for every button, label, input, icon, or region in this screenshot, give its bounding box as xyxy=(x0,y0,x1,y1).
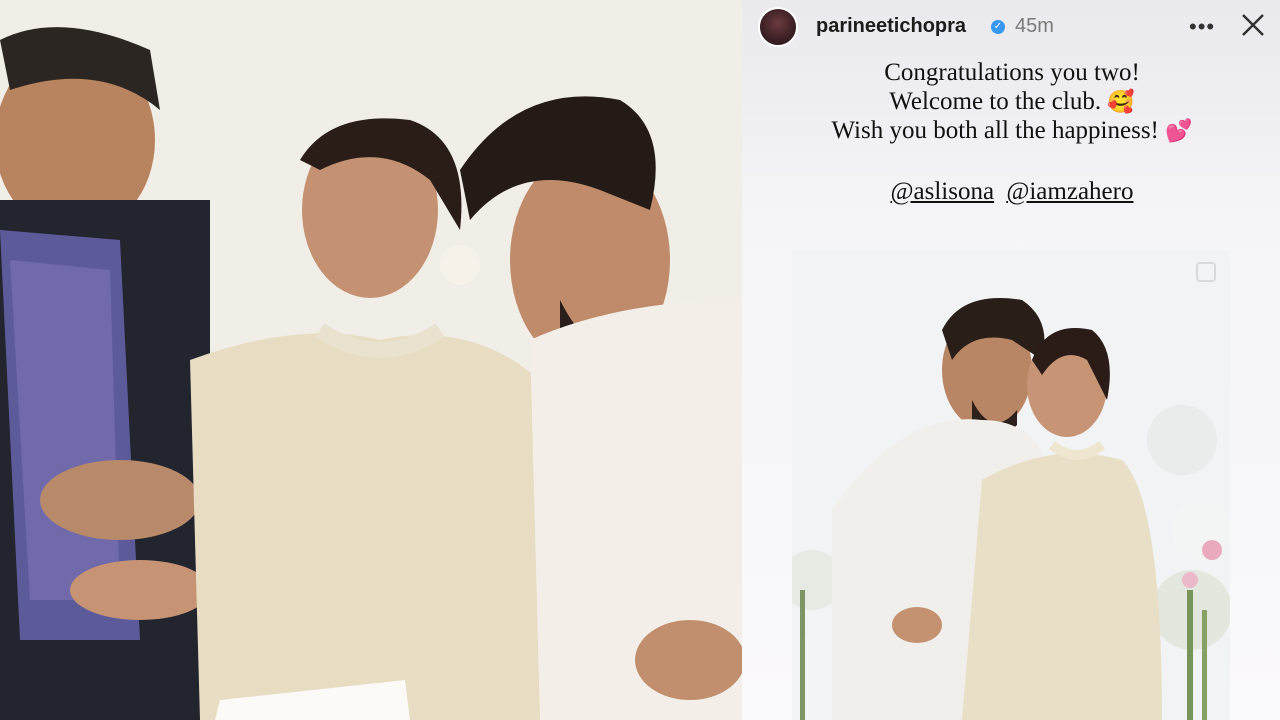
two-hearts-icon: 💕 xyxy=(1165,118,1193,143)
caption-line-1: Congratulations you two! xyxy=(884,59,1140,86)
story-caption: Congratulations you two! Welcome to the … xyxy=(782,58,1242,145)
shared-post-icon xyxy=(1196,262,1216,282)
verified-badge-icon: ✓ xyxy=(991,20,1005,34)
caption-line-2: Welcome to the club. 🥰 xyxy=(782,87,1242,116)
caption-line-2-text: Welcome to the club. xyxy=(889,88,1102,115)
mention-iamzahero[interactable]: @iamzahero xyxy=(1006,178,1133,205)
story-shared-photo[interactable] xyxy=(792,250,1230,720)
smiling-face-hearts-icon: 🥰 xyxy=(1107,89,1135,114)
wedding-photo-left xyxy=(0,0,742,720)
mention-aslisona[interactable]: @aslisona xyxy=(891,178,995,205)
story-username[interactable]: parineetichopra xyxy=(816,15,966,38)
more-options-icon[interactable]: ••• xyxy=(1189,14,1215,40)
wedding-scene-illustration xyxy=(0,0,742,720)
story-timestamp: 45m xyxy=(1015,15,1054,37)
story-mentions: @aslisona @iamzahero xyxy=(782,178,1242,206)
close-icon[interactable] xyxy=(1238,10,1268,40)
caption-line-3: Wish you both all the happiness! 💕 xyxy=(782,116,1242,145)
avatar[interactable] xyxy=(758,7,798,47)
story-header: parineetichopra ✓ 45m ••• xyxy=(742,0,1280,56)
couple-portrait-illustration xyxy=(792,250,1230,720)
caption-line-3-text: Wish you both all the happiness! xyxy=(831,117,1159,144)
